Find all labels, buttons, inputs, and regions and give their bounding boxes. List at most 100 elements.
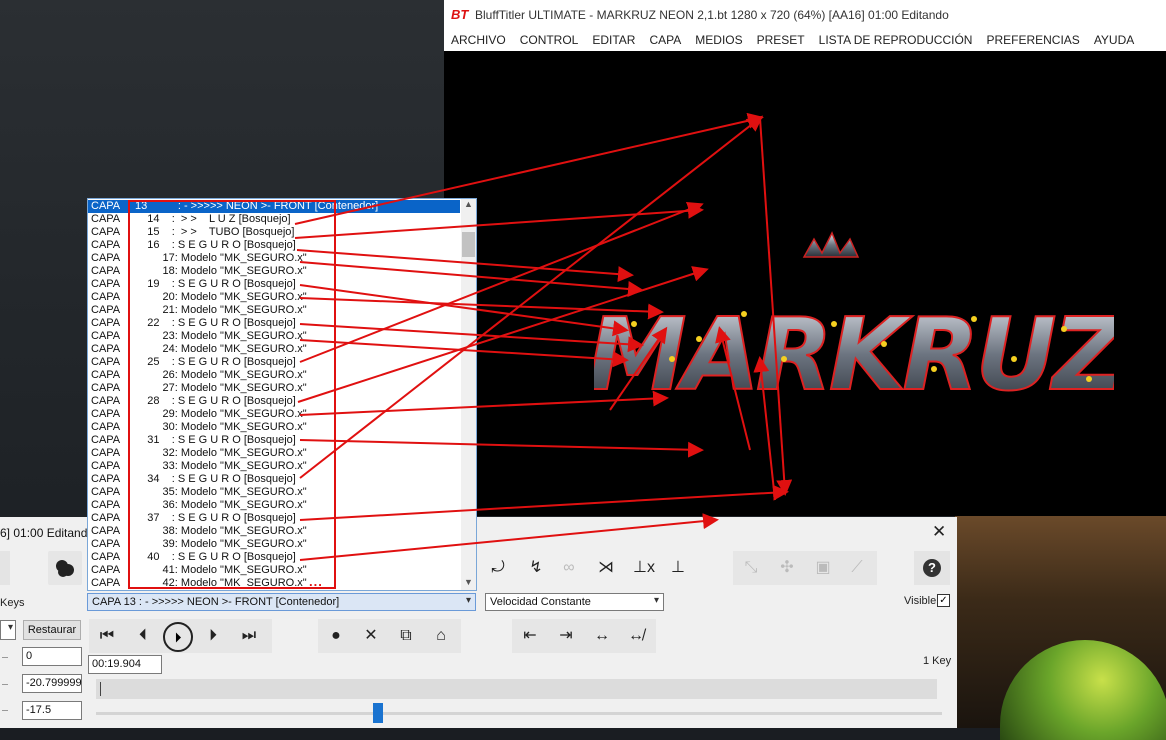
- layer-row-kind: CAPA: [91, 291, 121, 303]
- axis-icon[interactable]: ⊥: [662, 552, 694, 584]
- speed-select-value: Velocidad Constante: [490, 596, 591, 608]
- layer-row-kind: CAPA: [91, 200, 121, 212]
- annotation-box: [128, 200, 336, 589]
- layer-select[interactable]: CAPA 13 : - >>>>> NEON >- FRONT [Contene…: [87, 593, 476, 611]
- layer-row-kind: CAPA: [91, 460, 121, 472]
- layer-row-kind: CAPA: [91, 252, 121, 264]
- close-icon[interactable]: ✕: [932, 522, 946, 542]
- step-forward-icon[interactable]: ⏵: [197, 620, 229, 652]
- stretch-icon[interactable]: ↔: [586, 620, 618, 652]
- value-field-1[interactable]: 0: [22, 647, 82, 666]
- layer-row-kind: CAPA: [91, 317, 121, 329]
- chevron-down-icon: ▾: [465, 595, 471, 606]
- transport-controls: ⏮ ⏴ ⏵ ⏵ ⏭: [89, 619, 272, 653]
- keys-label: Keys: [0, 597, 25, 609]
- image-icon[interactable]: ▣: [807, 552, 839, 584]
- menu-capa[interactable]: CAPA: [642, 30, 688, 51]
- shape-tool-button[interactable]: [48, 551, 82, 585]
- delete-key-icon[interactable]: ✕: [355, 620, 387, 652]
- chevron-down-icon: ▾: [7, 622, 13, 633]
- menu-archivo[interactable]: ARCHIVO: [444, 30, 513, 51]
- visible-checkbox[interactable]: ✓: [937, 594, 950, 607]
- move-icon[interactable]: ✣: [771, 552, 803, 584]
- layer-row-kind: CAPA: [91, 265, 121, 277]
- logo-text: MARKRUZ: [594, 296, 1114, 413]
- timeline-cursor[interactable]: [100, 682, 101, 696]
- field-marker: [2, 657, 8, 658]
- layer-row-kind: CAPA: [91, 525, 121, 537]
- layer-row-kind: CAPA: [91, 473, 121, 485]
- mirror-icon[interactable]: ⋊: [590, 552, 622, 584]
- field-marker: [2, 710, 8, 711]
- title-bar: BT BluffTitler ULTIMATE - MARKRUZ NEON 2…: [444, 0, 1166, 30]
- scrollbar[interactable]: ▲ ▼: [461, 199, 476, 590]
- skip-start-icon[interactable]: ⏮: [91, 620, 123, 652]
- split-icon[interactable]: ↮: [620, 620, 652, 652]
- layer-row-kind: CAPA: [91, 356, 121, 368]
- layer-row-kind: CAPA: [91, 226, 121, 238]
- help-button[interactable]: ?: [914, 551, 950, 585]
- disabled-tools-group: ⤡ ✣ ▣ ⟋: [733, 551, 877, 585]
- layer-row-kind: CAPA: [91, 343, 121, 355]
- record-key-icon[interactable]: ●: [320, 620, 352, 652]
- key-count: 1 Key: [923, 655, 952, 667]
- layer-row-kind: CAPA: [91, 382, 121, 394]
- menu-bar: ARCHIVO CONTROL EDITAR CAPA MEDIOS PRESE…: [444, 30, 1166, 51]
- scroll-down-icon[interactable]: ▼: [461, 577, 476, 590]
- menu-control[interactable]: CONTROL: [513, 30, 586, 51]
- layer-row-kind: CAPA: [91, 538, 121, 550]
- rotate-path-icon[interactable]: ⤾: [482, 552, 514, 584]
- key-controls: ● ✕ ⧉ ⌂: [318, 619, 461, 653]
- play-icon[interactable]: ⏵: [163, 622, 193, 652]
- lightning-icon[interactable]: ↯: [520, 552, 552, 584]
- layer-row-kind: CAPA: [91, 395, 121, 407]
- menu-lista-reproduccion[interactable]: LISTA DE REPRODUCCIÓN: [812, 30, 980, 51]
- align-left-icon[interactable]: ⇤: [514, 620, 546, 652]
- menu-medios[interactable]: MEDIOS: [688, 30, 749, 51]
- scroll-up-icon[interactable]: ▲: [461, 199, 476, 212]
- render-preview[interactable]: MARKRUZ: [444, 51, 1166, 516]
- restore-button[interactable]: Restaurar: [23, 620, 81, 640]
- menu-preset[interactable]: PRESET: [750, 30, 812, 51]
- scroll-thumb[interactable]: [462, 232, 475, 257]
- link-icon[interactable]: ∞: [553, 552, 585, 584]
- layer-row-kind: CAPA: [91, 421, 121, 433]
- layer-row-kind: CAPA: [91, 564, 121, 576]
- layer-row-kind: CAPA: [91, 577, 121, 589]
- panel-title: 6] 01:00 Editando: [0, 526, 95, 540]
- timeline-align-controls: ⇤ ⇥ ↔ ↮: [512, 619, 656, 653]
- visible-label: Visible: [904, 595, 937, 607]
- value-field-3[interactable]: -17.5: [22, 701, 82, 720]
- time-slider-thumb[interactable]: [373, 703, 383, 723]
- timeline-track[interactable]: [96, 679, 937, 699]
- menu-preferencias[interactable]: PREFERENCIAS: [979, 30, 1086, 51]
- layer-row-kind: CAPA: [91, 304, 121, 316]
- copy-icon[interactable]: ⧉: [390, 620, 422, 652]
- menu-ayuda[interactable]: AYUDA: [1087, 30, 1141, 51]
- align-right-icon[interactable]: ⇥: [550, 620, 582, 652]
- main-window: BT BluffTitler ULTIMATE - MARKRUZ NEON 2…: [444, 0, 1166, 516]
- layer-row-kind: CAPA: [91, 239, 121, 251]
- step-back-icon[interactable]: ⏴: [127, 620, 159, 652]
- help-icon: ?: [923, 559, 941, 577]
- speed-select[interactable]: Velocidad Constante ▾: [485, 593, 664, 611]
- window-title: BluffTitler ULTIMATE - MARKRUZ NEON 2,1.…: [475, 8, 949, 22]
- layer-row-kind: CAPA: [91, 499, 121, 511]
- resize-icon[interactable]: ⤡: [735, 552, 767, 584]
- layer-row-kind: CAPA: [91, 447, 121, 459]
- layer-select-value: CAPA 13 : - >>>>> NEON >- FRONT [Contene…: [92, 596, 340, 608]
- time-slider-track[interactable]: [96, 712, 942, 715]
- paste-icon[interactable]: ⌂: [425, 620, 457, 652]
- layer-row-kind: CAPA: [91, 369, 121, 381]
- value-field-2[interactable]: -20.799999: [22, 674, 82, 693]
- layer-row-kind: CAPA: [91, 213, 121, 225]
- pen-icon[interactable]: ⟋: [841, 552, 873, 584]
- skip-end-icon[interactable]: ⏭: [233, 620, 265, 652]
- time-field[interactable]: 00:19.904: [88, 655, 162, 674]
- app-logo-icon: BT: [451, 7, 469, 22]
- layer-row-kind: CAPA: [91, 512, 121, 524]
- menu-editar[interactable]: EDITAR: [585, 30, 642, 51]
- blob-icon: [56, 560, 74, 577]
- axis-x-icon[interactable]: ⊥x: [628, 552, 660, 584]
- mode-select[interactable]: ▾: [0, 620, 16, 640]
